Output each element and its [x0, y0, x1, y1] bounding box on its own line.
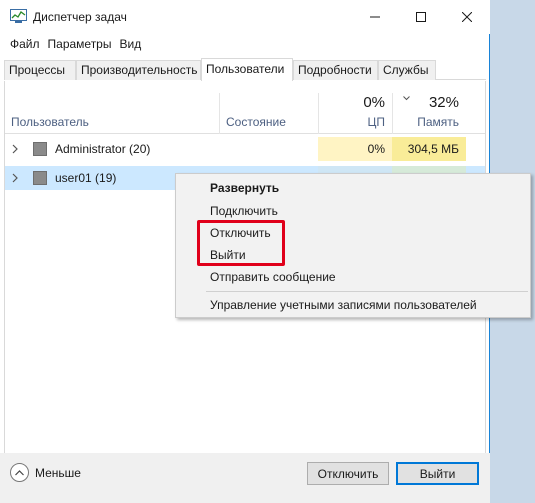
- tab-performance[interactable]: Производительность: [76, 60, 201, 80]
- column-header-cpu[interactable]: ЦП: [367, 115, 385, 129]
- memory-total-percent: 32%: [428, 94, 459, 111]
- column-header-user[interactable]: Пользователь: [11, 115, 89, 129]
- context-item-expand[interactable]: Развернуть: [210, 181, 279, 195]
- column-divider[interactable]: [219, 93, 220, 134]
- column-divider[interactable]: [318, 93, 319, 134]
- memory-cell: 304,5 МБ: [392, 137, 466, 161]
- maximize-button[interactable]: [398, 0, 444, 34]
- user-row-administrator[interactable]: Administrator (20) 0% 304,5 МБ: [5, 137, 485, 161]
- task-manager-icon: [10, 9, 27, 23]
- context-item-connect[interactable]: Подключить: [210, 204, 278, 218]
- cpu-cell: 0%: [318, 137, 392, 161]
- tab-strip: Процессы Производительность Пользователи…: [4, 58, 486, 81]
- fewer-details-button[interactable]: Меньше: [10, 463, 81, 482]
- context-menu-separator: [206, 291, 528, 292]
- tab-details[interactable]: Подробности: [293, 60, 378, 80]
- menu-options[interactable]: Параметры: [46, 35, 118, 55]
- user-icon: [33, 142, 47, 156]
- user-name: user01 (19): [55, 171, 117, 185]
- chevron-up-circle-icon: [10, 463, 29, 482]
- minimize-button[interactable]: [352, 0, 398, 34]
- tab-processes[interactable]: Процессы: [4, 60, 76, 80]
- fewer-details-label: Меньше: [35, 465, 81, 480]
- menu-bar: Файл Параметры Вид: [0, 35, 147, 55]
- column-divider[interactable]: [392, 93, 393, 134]
- cpu-total-percent: 0%: [363, 94, 385, 111]
- close-button[interactable]: [444, 0, 490, 34]
- tab-services[interactable]: Службы: [378, 60, 436, 80]
- expand-chevron-icon[interactable]: [12, 173, 18, 183]
- logoff-button[interactable]: Выйти: [396, 462, 479, 485]
- close-icon: [462, 12, 472, 22]
- context-item-manage-accounts[interactable]: Управление учетными записями пользовател…: [210, 298, 477, 312]
- column-header-memory[interactable]: Память: [417, 115, 459, 129]
- highlight-annotation: [197, 220, 285, 266]
- window-title: Диспетчер задач: [33, 10, 127, 24]
- user-icon: [33, 171, 47, 185]
- title-bar[interactable]: Диспетчер задач: [0, 0, 490, 34]
- footer-bar: Меньше Отключить Выйти: [0, 453, 490, 503]
- menu-file[interactable]: Файл: [0, 35, 46, 55]
- context-item-send-message[interactable]: Отправить сообщение: [210, 270, 336, 284]
- user-name: Administrator (20): [55, 142, 151, 156]
- column-header-status[interactable]: Состояние: [226, 115, 286, 129]
- sort-chevron-icon: [403, 96, 410, 101]
- tab-users[interactable]: Пользователи: [201, 58, 293, 81]
- maximize-icon: [416, 12, 426, 22]
- disconnect-button[interactable]: Отключить: [307, 462, 389, 485]
- minimize-icon: [370, 16, 380, 18]
- menu-view[interactable]: Вид: [117, 35, 147, 55]
- expand-chevron-icon[interactable]: [12, 144, 18, 154]
- column-header-row: Пользователь Состояние 0% ЦП 32% Память: [5, 81, 485, 134]
